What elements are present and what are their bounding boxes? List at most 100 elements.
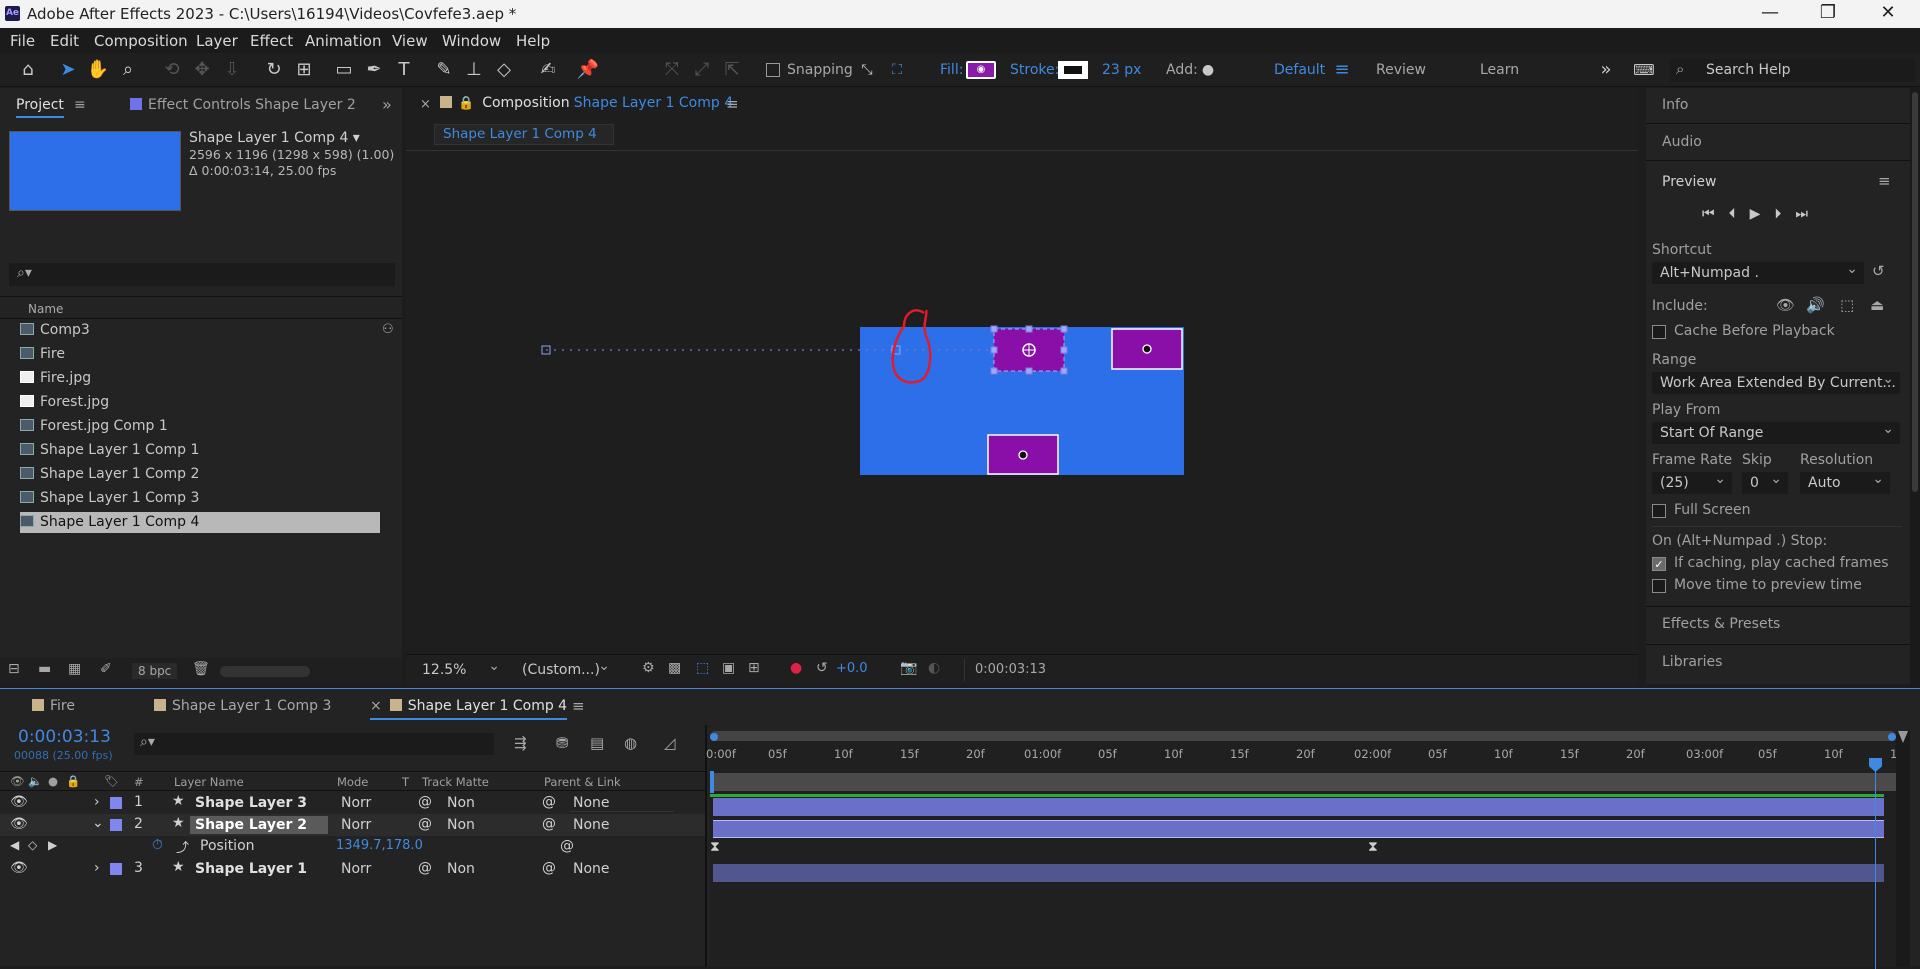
matte-pickwhip-icon[interactable]: @ bbox=[418, 860, 432, 876]
move-time-checkbox[interactable] bbox=[1652, 579, 1666, 593]
zoom-dropdown[interactable]: 12.5% bbox=[414, 655, 506, 681]
orbit-tool-icon[interactable]: ⟲ bbox=[160, 59, 184, 81]
column-layer-name[interactable]: Layer Name bbox=[174, 775, 244, 789]
timeline-scrollbar[interactable] bbox=[1896, 731, 1910, 967]
workspace-review[interactable]: Review bbox=[1376, 62, 1426, 78]
clone-stamp-icon[interactable]: ⊥ bbox=[462, 59, 486, 81]
position-value[interactable]: 1349.7,178.0 bbox=[336, 838, 423, 853]
adjust-project-icon[interactable]: ✐ bbox=[100, 661, 112, 677]
project-item-forest-comp1[interactable]: Forest.jpg Comp 1 bbox=[20, 416, 168, 437]
track-matte-dropdown[interactable]: Non bbox=[444, 860, 488, 878]
parent-dropdown[interactable]: None bbox=[570, 794, 674, 812]
resolution-dropdown[interactable]: (Custom...) bbox=[514, 655, 616, 681]
work-area-start[interactable] bbox=[710, 771, 714, 793]
maximize-button[interactable]: ❐ bbox=[1808, 2, 1848, 23]
play-from-dropdown[interactable]: Start Of Range bbox=[1652, 418, 1900, 444]
add-menu-icon[interactable]: ● bbox=[1196, 59, 1220, 81]
if-caching-checkbox[interactable]: ✓ bbox=[1652, 557, 1666, 571]
draft-3d-icon[interactable]: ⛃ bbox=[556, 734, 569, 752]
next-frame-icon[interactable]: ⏵ bbox=[1774, 206, 1795, 222]
cache-before-checkbox[interactable] bbox=[1652, 325, 1666, 339]
fill-swatch[interactable]: ◉ bbox=[966, 61, 996, 79]
pen-tool-icon[interactable]: ✒ bbox=[362, 59, 386, 81]
graph-editor-icon[interactable]: ◿ bbox=[664, 734, 676, 752]
layer-bar-2[interactable] bbox=[713, 820, 1884, 838]
snapping-checkbox[interactable] bbox=[766, 63, 780, 77]
navigator-end-handle[interactable] bbox=[1888, 733, 1896, 741]
last-frame-icon[interactable]: ⏭ bbox=[1795, 206, 1822, 222]
close-button[interactable]: ✕ bbox=[1868, 2, 1908, 23]
stopwatch-icon[interactable]: ⏱ bbox=[152, 837, 163, 853]
show-snapshot-icon[interactable]: ◐ bbox=[928, 660, 940, 676]
column-mode[interactable]: Mode bbox=[337, 775, 368, 789]
flowchart-icon[interactable]: ⚇ bbox=[382, 322, 394, 337]
time-ruler[interactable]: 0:00f 05f 10f 15f 20f 01:00f 05f 10f 15f… bbox=[706, 745, 1897, 769]
prev-keyframe-icon[interactable]: ◀ bbox=[10, 838, 19, 852]
layer-name[interactable]: Shape Layer 1 bbox=[190, 860, 330, 878]
menu-help[interactable]: Help bbox=[516, 32, 550, 50]
twirl-open-icon[interactable]: ⌄ bbox=[92, 815, 104, 831]
layer-row-2[interactable]: 👁 ⌄ 2 ★ Shape Layer 2 Norr @ Non @ None bbox=[0, 814, 705, 836]
timeline-tab-comp3[interactable]: Shape Layer 1 Comp 3 bbox=[154, 698, 331, 714]
full-screen-checkbox[interactable] bbox=[1652, 504, 1666, 518]
selection-tool-icon[interactable]: ➤ bbox=[56, 59, 80, 81]
position-property-row[interactable]: ◀ ◇ ▶ ⏱ ⤴ Position 1349.7,178.0 @ bbox=[0, 836, 705, 858]
include-overlays-icon[interactable]: ⬚ bbox=[1840, 296, 1854, 314]
parent-dropdown[interactable]: None bbox=[570, 816, 674, 834]
project-item-shape-comp1[interactable]: Shape Layer 1 Comp 1 bbox=[20, 440, 199, 461]
project-item-shape-comp3[interactable]: Shape Layer 1 Comp 3 bbox=[20, 488, 199, 509]
play-icon[interactable]: ▶ bbox=[1750, 206, 1775, 222]
timeline-graph[interactable]: 0:00f 05f 10f 15f 20f 01:00f 05f 10f 15f… bbox=[706, 731, 1897, 969]
layer-bar-1[interactable] bbox=[713, 798, 1884, 816]
playhead-handle[interactable] bbox=[1869, 758, 1882, 772]
pan-tool-icon[interactable]: ✥ bbox=[190, 59, 214, 81]
mode-dropdown[interactable]: Norr bbox=[338, 860, 382, 878]
snap-edges-icon[interactable]: ⤡ bbox=[855, 59, 879, 81]
hand-tool-icon[interactable]: ✋ bbox=[86, 59, 110, 81]
menu-edit[interactable]: Edit bbox=[50, 32, 79, 50]
visibility-icon[interactable]: 👁 bbox=[10, 816, 28, 832]
exposure-value[interactable]: +0.0 bbox=[836, 661, 868, 676]
parent-pickwhip-icon[interactable]: @ bbox=[542, 794, 556, 810]
matte-pickwhip-icon[interactable]: @ bbox=[418, 816, 432, 832]
reset-shortcut-icon[interactable]: ↺ bbox=[1872, 262, 1885, 280]
layer-name[interactable]: Shape Layer 2 bbox=[190, 816, 328, 834]
stroke-width[interactable]: 23 px bbox=[1102, 62, 1141, 78]
eraser-tool-icon[interactable]: ◇ bbox=[492, 59, 516, 81]
column-number[interactable]: # bbox=[134, 775, 144, 789]
menu-window[interactable]: Window bbox=[442, 32, 501, 50]
label-color-icon[interactable] bbox=[110, 863, 122, 875]
menu-composition[interactable]: Composition bbox=[94, 32, 188, 50]
project-item-fire-jpg[interactable]: Fire.jpg bbox=[20, 368, 91, 389]
comp-timecode[interactable]: 0:00:03:13 bbox=[964, 659, 1046, 681]
new-folder-icon[interactable]: ▬ bbox=[38, 661, 51, 677]
close-tab-icon[interactable]: × bbox=[370, 698, 382, 714]
menu-view[interactable]: View bbox=[392, 32, 428, 50]
mode-dropdown[interactable]: Norr bbox=[338, 816, 382, 834]
workspace-default[interactable]: Default bbox=[1274, 62, 1325, 78]
layer-row-3[interactable]: 👁 › 3 ★ Shape Layer 1 Norr @ Non @ None bbox=[0, 858, 705, 880]
libraries-header[interactable]: Libraries bbox=[1662, 654, 1722, 670]
column-track-matte[interactable]: Track Matte bbox=[422, 775, 489, 789]
column-parent[interactable]: Parent & Link bbox=[544, 775, 621, 789]
add-keyframe-icon[interactable]: ◇ bbox=[28, 838, 37, 852]
include-layer-controls-icon[interactable]: ⏏ bbox=[1870, 296, 1884, 314]
frame-rate-dropdown[interactable]: (25) bbox=[1652, 468, 1732, 494]
transparency-grid-icon[interactable]: ▩ bbox=[668, 660, 681, 676]
bpc-button[interactable]: 8 bpc bbox=[132, 663, 178, 679]
graph-icon[interactable]: ⤴ bbox=[176, 837, 189, 856]
include-video-icon[interactable]: 👁 bbox=[1776, 296, 1795, 314]
snap-features-icon[interactable]: ⛶ bbox=[885, 59, 909, 81]
project-item-shape-comp2[interactable]: Shape Layer 1 Comp 2 bbox=[20, 464, 199, 485]
motion-blur-icon[interactable]: ◍ bbox=[624, 734, 637, 752]
new-composition-icon[interactable]: ▦ bbox=[68, 661, 81, 677]
selected-item-name[interactable]: Shape Layer 1 Comp 4 ▾ bbox=[189, 130, 360, 146]
layer-row-1[interactable]: 👁 › 1 ★ Shape Layer 3 Norr @ Non @ None bbox=[0, 792, 705, 814]
timeline-search-input[interactable]: ⌕▾ bbox=[134, 733, 494, 755]
visibility-icon[interactable]: 👁 bbox=[10, 794, 28, 810]
project-search-input[interactable]: ⌕▾ bbox=[9, 263, 395, 286]
column-name[interactable]: Name bbox=[28, 302, 63, 316]
workspace-learn[interactable]: Learn bbox=[1480, 62, 1519, 78]
playhead-line[interactable] bbox=[1875, 759, 1876, 969]
twirl-closed-icon[interactable]: › bbox=[94, 860, 100, 876]
